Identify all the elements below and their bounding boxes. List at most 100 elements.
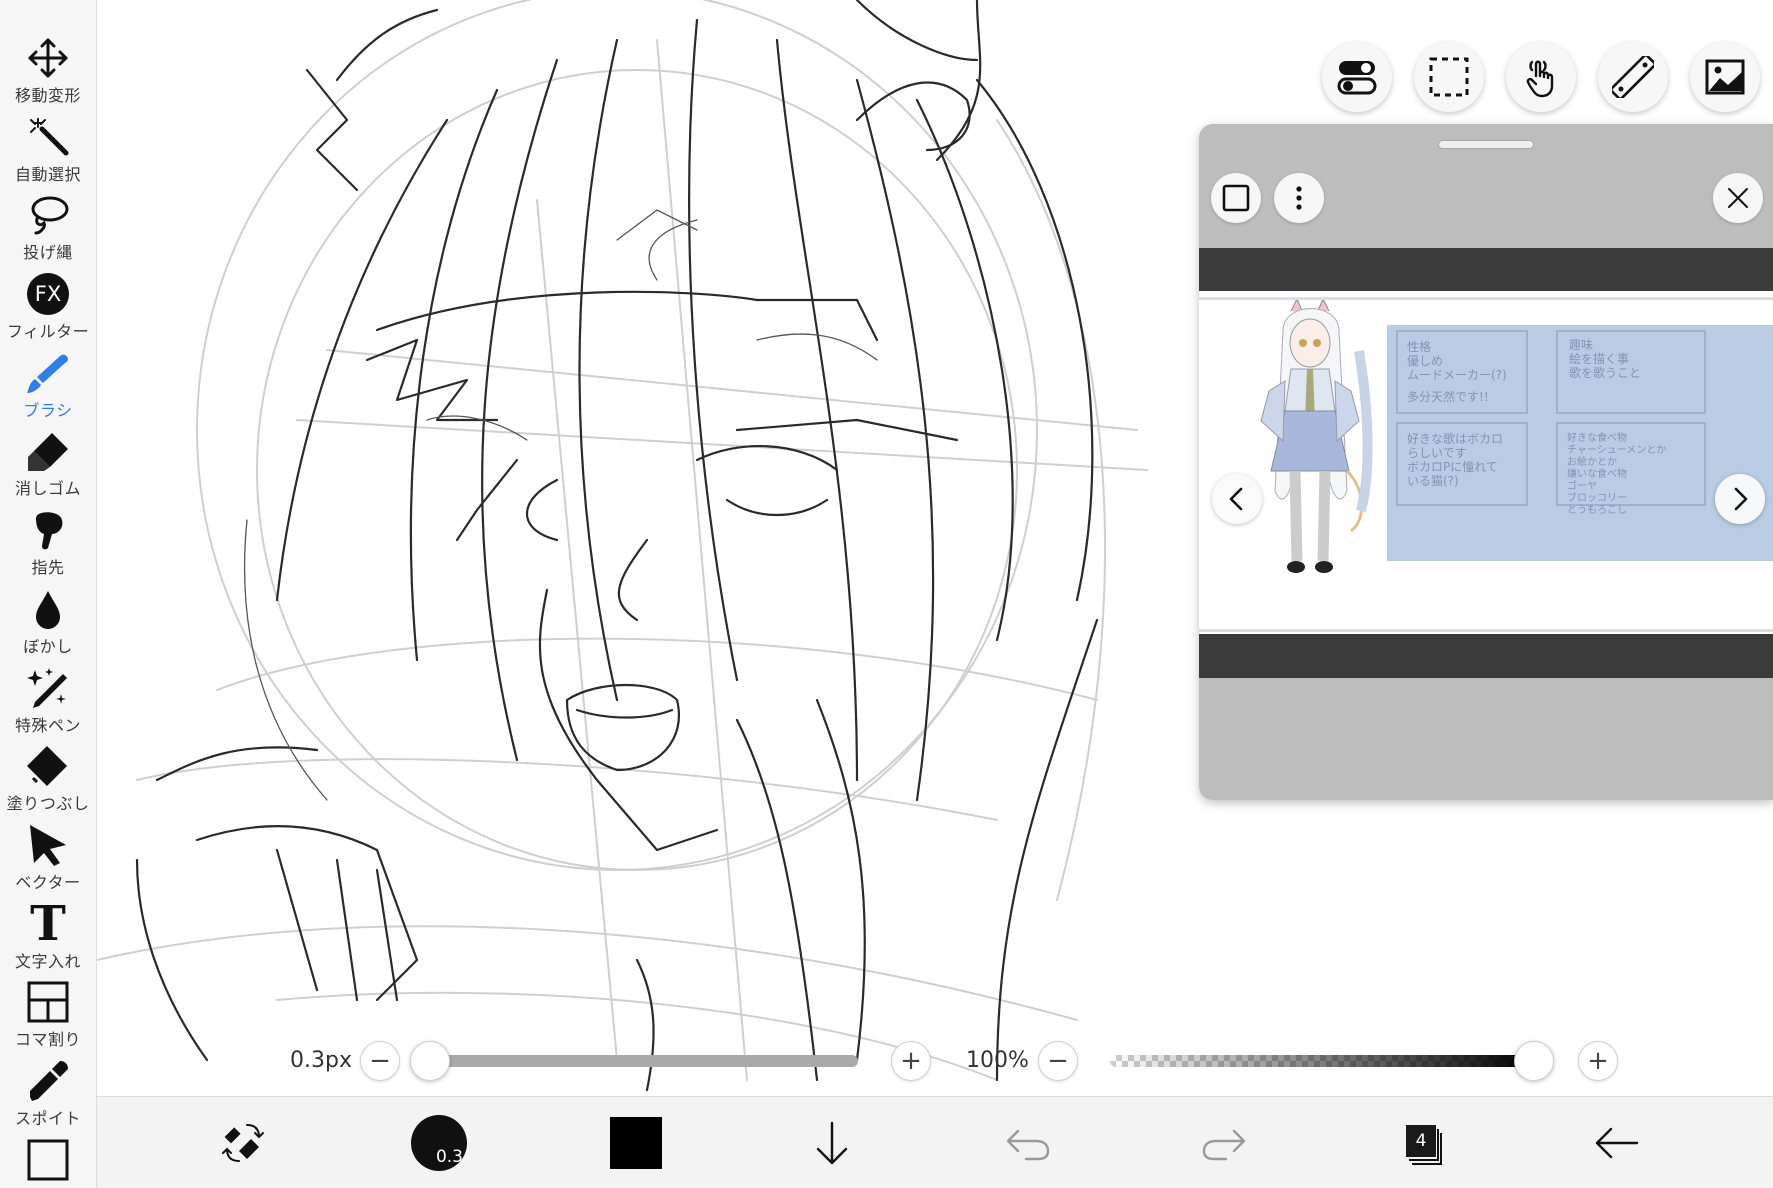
opacity-decrease-button[interactable]: − — [1038, 1041, 1078, 1081]
text-tool-glyph: T — [30, 895, 66, 952]
tool-label: ブラシ — [23, 400, 73, 420]
brush-size-decrease-button[interactable]: − — [360, 1041, 400, 1081]
arrow-down-icon — [816, 1121, 848, 1165]
reference-next-button[interactable] — [1715, 474, 1765, 524]
tool-label: 投げ縄 — [23, 243, 73, 263]
reference-image-button[interactable] — [1690, 42, 1760, 112]
brush-size-preview: 0.3 — [411, 1115, 467, 1171]
bottom-toolbar: 0.3 4 — [97, 1096, 1773, 1188]
image-icon — [1705, 59, 1745, 95]
reference-panel: 性格優しめムードメーカー(?)多分天然です!! 趣味絵を描く事歌を歌うこと 好き… — [1199, 124, 1773, 800]
tool-label: フィルター — [6, 322, 90, 342]
special-pen-icon — [24, 666, 72, 710]
reference-image-frame: 性格優しめムードメーカー(?)多分天然です!! 趣味絵を描く事歌を歌うこと 好き… — [1199, 248, 1773, 678]
tool-frame-divide[interactable]: コマ割り — [0, 980, 97, 1059]
redo-icon — [1202, 1129, 1246, 1161]
frame-divide-icon — [24, 980, 72, 1024]
tool-eraser[interactable]: 消しゴム — [0, 429, 97, 508]
undo-icon — [1006, 1129, 1050, 1161]
tool-special-pen[interactable]: 特殊ペン — [0, 666, 97, 745]
tool-eyedropper[interactable]: スポイト — [0, 1059, 97, 1138]
toggle-settings-button[interactable] — [1322, 42, 1392, 112]
tool-auto-select[interactable]: 自動選択 — [0, 115, 97, 194]
brush-size-label: 0.3px — [290, 1048, 352, 1073]
tool-lasso[interactable]: 投げ縄 — [0, 193, 97, 272]
blur-drop-icon — [24, 587, 72, 631]
tool-label: 塗りつぶし — [6, 794, 90, 814]
panel-menu-button[interactable] — [1274, 173, 1324, 223]
fx-text: FX — [27, 273, 69, 316]
close-icon — [1728, 188, 1748, 208]
opacity-slider[interactable] — [1110, 1055, 1534, 1067]
panel-fit-button[interactable] — [1211, 173, 1261, 223]
hand-tool-button[interactable] — [1506, 42, 1576, 112]
layers-icon: 4 — [1396, 1119, 1444, 1167]
tool-brush[interactable]: ブラシ — [0, 351, 97, 430]
tool-text[interactable]: T 文字入れ — [0, 895, 97, 981]
ruler-button[interactable] — [1598, 42, 1668, 112]
quick-actions-button[interactable] — [203, 1111, 283, 1175]
text-icon: T — [24, 895, 72, 952]
finger-smudge-icon — [24, 508, 72, 552]
panel-drag-handle[interactable] — [1438, 140, 1534, 149]
brush-size-preview-label: 0.3 — [435, 1147, 463, 1167]
character-sheet-image: 性格優しめムードメーカー(?)多分天然です!! 趣味絵を描く事歌を歌うこと 好き… — [1199, 297, 1773, 632]
brush-size-slider[interactable] — [430, 1055, 858, 1067]
tool-filter[interactable]: FX フィルター — [0, 272, 97, 351]
tool-palette: 移動変形 自動選択 投げ縄 FX フィルター ブラシ 消しゴム 指先 ぼかし 特… — [0, 0, 97, 1188]
square-frame-icon — [27, 1139, 69, 1181]
tool-canvas-frame[interactable] — [0, 1138, 97, 1188]
tool-label: 特殊ペン — [14, 715, 81, 735]
lasso-icon — [24, 193, 72, 237]
tool-vector[interactable]: ベクター — [0, 823, 97, 902]
current-color-swatch — [610, 1117, 662, 1169]
fill-bucket-icon — [24, 744, 72, 788]
tool-label: ベクター — [15, 872, 81, 892]
transform-arrows-icon — [222, 1124, 264, 1162]
tool-move-transform[interactable]: 移動変形 — [0, 36, 97, 115]
hand-pointer-icon — [1526, 60, 1554, 98]
undo-button[interactable] — [988, 1111, 1068, 1175]
tool-label: 移動変形 — [14, 86, 81, 105]
brush-size-preview-button[interactable]: 0.3 — [399, 1111, 479, 1175]
eyedropper-icon — [24, 1059, 72, 1103]
eraser-icon — [24, 429, 72, 473]
tool-finger[interactable]: 指先 — [0, 508, 97, 587]
panel-close-button[interactable] — [1713, 173, 1763, 223]
tool-label: 文字入れ — [14, 951, 81, 971]
magic-wand-icon — [24, 115, 72, 159]
dashed-selection-icon — [1429, 57, 1469, 97]
reference-prev-button[interactable] — [1212, 474, 1262, 524]
chevron-right-icon — [1734, 487, 1748, 511]
layers-button[interactable]: 4 — [1380, 1111, 1460, 1175]
brush-size-slider-thumb[interactable] — [410, 1041, 450, 1081]
download-button[interactable] — [792, 1111, 872, 1175]
opacity-increase-button[interactable]: + — [1578, 1041, 1618, 1081]
vector-cursor-icon — [24, 823, 72, 867]
tool-label: ぼかし — [23, 636, 73, 656]
color-picker-button[interactable] — [596, 1111, 676, 1175]
layer-count-badge: 4 — [1406, 1125, 1436, 1157]
selection-button[interactable] — [1414, 42, 1484, 112]
fx-filter-icon: FX — [24, 272, 72, 316]
opacity-slider-thumb[interactable] — [1514, 1041, 1554, 1081]
brush-icon — [24, 351, 72, 395]
tool-label: 自動選択 — [14, 164, 81, 184]
arrow-left-icon — [1595, 1127, 1639, 1159]
tool-label: 指先 — [31, 558, 65, 578]
more-vertical-icon — [1296, 186, 1302, 210]
tool-fill[interactable]: 塗りつぶし — [0, 744, 97, 823]
back-button[interactable] — [1577, 1111, 1657, 1175]
square-frame-icon — [1222, 184, 1250, 212]
redo-button[interactable] — [1184, 1111, 1264, 1175]
tool-blur[interactable]: ぼかし — [0, 587, 97, 666]
move-transform-icon — [24, 36, 72, 80]
tool-label: コマ割り — [14, 1030, 81, 1050]
reference-image[interactable]: 性格優しめムードメーカー(?)多分天然です!! 趣味絵を描く事歌を歌うこと 好き… — [1199, 291, 1773, 634]
tool-label: 消しゴム — [14, 479, 81, 499]
ruler-icon — [1612, 56, 1654, 98]
brush-opacity-label: 100% — [966, 1048, 1029, 1073]
brush-size-increase-button[interactable]: + — [891, 1041, 931, 1081]
tool-label: スポイト — [14, 1108, 81, 1128]
chevron-left-icon — [1229, 487, 1243, 511]
